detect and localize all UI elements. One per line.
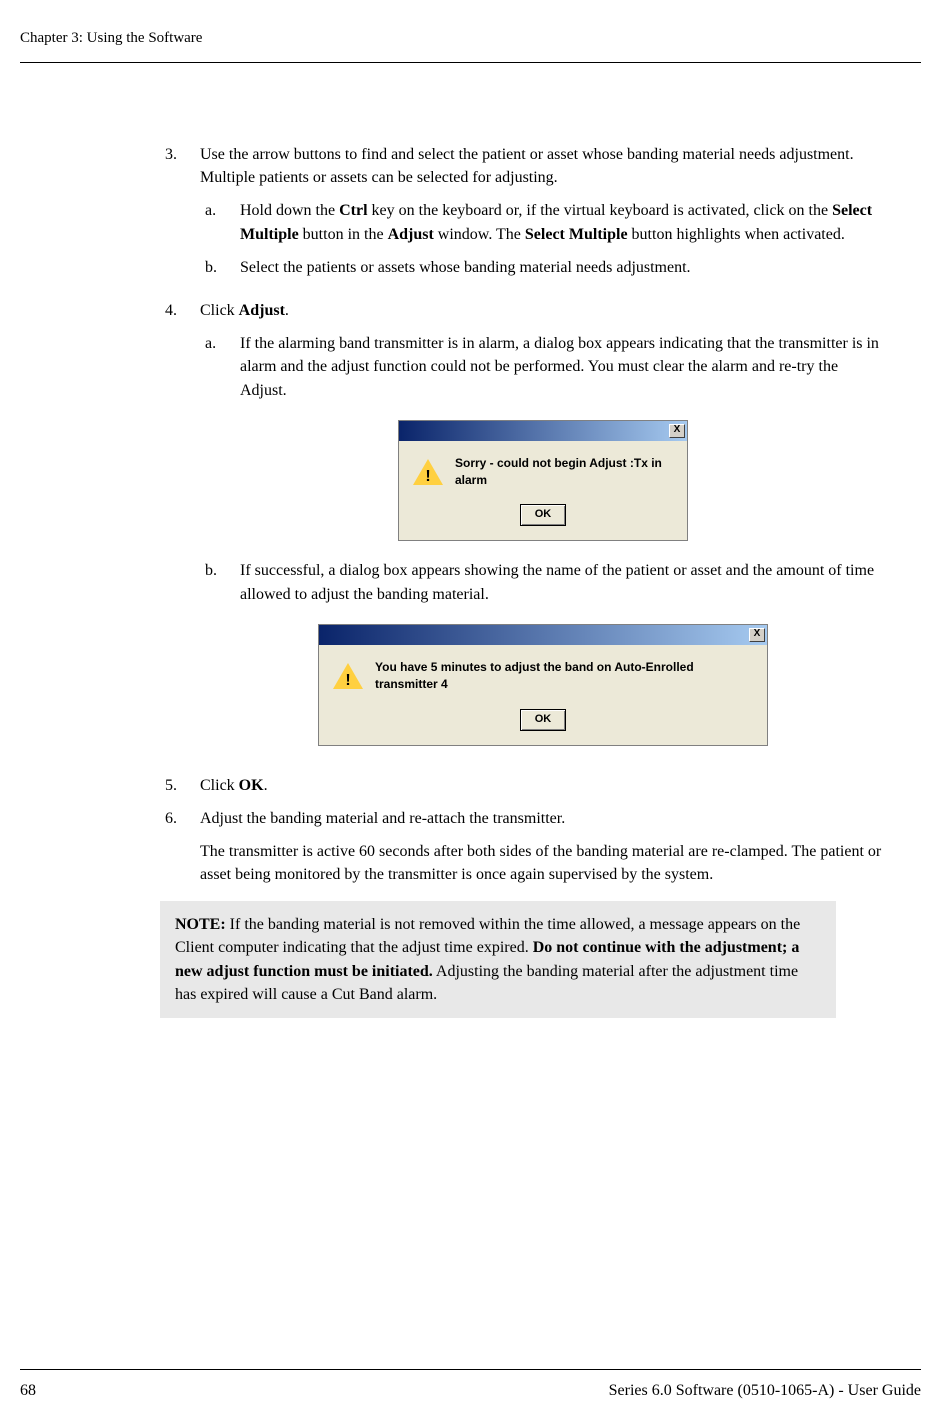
exclamation-icon: ! [413, 465, 443, 488]
text-segment: key on the keyboard or, if the virtual k… [368, 202, 833, 219]
step-5: 5. Click OK. [165, 774, 886, 797]
step-3a: a. Hold down the Ctrl key on the keyboar… [200, 199, 886, 245]
text-segment: Click [200, 777, 239, 794]
bold-ctrl: Ctrl [339, 202, 367, 219]
error-dialog: X ! Sorry - could not begin Adjust :Tx i… [398, 420, 688, 542]
step-number: 5. [165, 774, 200, 797]
step-4: 4. Click Adjust. a. If the alarming band… [165, 299, 886, 764]
ok-button[interactable]: OK [520, 709, 567, 731]
warning-icon: ! [413, 457, 443, 487]
bold-select-multiple: Select Multiple [525, 226, 628, 243]
success-dialog: X ! You have 5 minutes to adjust the ban… [318, 624, 768, 746]
warning-icon: ! [333, 661, 363, 691]
text-segment: Click [200, 302, 239, 319]
note-label: NOTE: [175, 916, 226, 933]
chapter-header: Chapter 3: Using the Software [20, 30, 921, 63]
close-icon[interactable]: X [749, 628, 765, 642]
sub-letter: a. [200, 332, 240, 402]
step-number: 4. [165, 299, 200, 764]
step-6: 6. Adjust the banding material and re-at… [165, 807, 886, 887]
ok-button[interactable]: OK [520, 504, 567, 526]
dialog-titlebar: X [399, 421, 687, 441]
dialog-content: ! Sorry - could not begin Adjust :Tx in … [399, 441, 687, 490]
bold-adjust: Adjust [388, 226, 434, 243]
dialog-titlebar: X [319, 625, 767, 645]
close-icon[interactable]: X [669, 424, 685, 438]
step-4b: b. If successful, a dialog box appears s… [200, 559, 886, 605]
text-segment: Hold down the [240, 202, 339, 219]
dialog-button-row: OK [319, 694, 767, 745]
step-3: 3. Use the arrow buttons to find and sel… [165, 143, 886, 289]
text-segment: button in the [299, 226, 388, 243]
step-number: 3. [165, 143, 200, 289]
sub-text: If the alarming band transmitter is in a… [240, 332, 886, 402]
sub-letter: b. [200, 256, 240, 279]
step-3b: b. Select the patients or assets whose b… [200, 256, 886, 279]
dialog-message: You have 5 minutes to adjust the band on… [375, 659, 753, 694]
sub-letter: b. [200, 559, 240, 605]
dialog-button-row: OK [399, 489, 687, 540]
dialog-content: ! You have 5 minutes to adjust the band … [319, 645, 767, 694]
bold-adjust: Adjust [239, 302, 285, 319]
sub-letter: a. [200, 199, 240, 245]
step-4a: a. If the alarming band transmitter is i… [200, 332, 886, 402]
step-text: Use the arrow buttons to find and select… [200, 146, 854, 186]
dialog-2-wrap: X ! You have 5 minutes to adjust the ban… [200, 624, 886, 746]
exclamation-icon: ! [333, 669, 363, 692]
page-footer: 68 Series 6.0 Software (0510-1065-A) - U… [20, 1369, 921, 1400]
sub-text: Select the patients or assets whose band… [240, 256, 886, 279]
bold-ok: OK [239, 777, 264, 794]
step-text: Adjust the banding material and re-attac… [200, 810, 565, 827]
text-segment: button highlights when activated. [628, 226, 845, 243]
step-followup: The transmitter is active 60 seconds aft… [200, 840, 886, 886]
page-number: 68 [20, 1382, 36, 1400]
main-content: 3. Use the arrow buttons to find and sel… [165, 143, 886, 1018]
dialog-message: Sorry - could not begin Adjust :Tx in al… [455, 455, 673, 490]
sub-text: If successful, a dialog box appears show… [240, 559, 886, 605]
text-segment: window. The [434, 226, 525, 243]
text-segment: . [264, 777, 268, 794]
text-segment: . [285, 302, 289, 319]
note-box: NOTE: If the banding material is not rem… [160, 901, 836, 1018]
step-number: 6. [165, 807, 200, 887]
dialog-1-wrap: X ! Sorry - could not begin Adjust :Tx i… [200, 420, 886, 542]
doc-title: Series 6.0 Software (0510-1065-A) - User… [609, 1382, 921, 1400]
